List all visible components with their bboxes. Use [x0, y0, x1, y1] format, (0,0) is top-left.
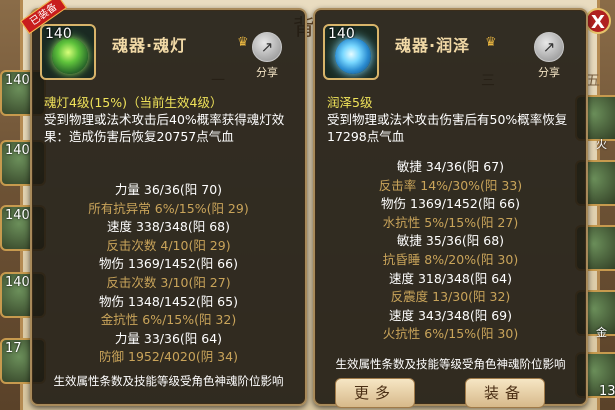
- footer-note: 生效属性条数及技能等级受角色神魂阶位影响: [53, 374, 284, 388]
- item-level: 140: [45, 26, 72, 42]
- close-button[interactable]: X: [585, 8, 611, 34]
- element-badge-fire: 火: [596, 138, 607, 151]
- effect-body: 受到物理或法术攻击后40%概率获得魂灯效果：造成伤害后恢复20757点气血: [44, 112, 285, 144]
- share-button[interactable]: ↗ 分享: [247, 32, 287, 79]
- attribute-row-active: 物伤 1369/1452(阳 66): [99, 256, 238, 272]
- item-icon-moisture: 140: [323, 24, 379, 80]
- attribute-row-inactive: 所有抗异常 6%/15%(阳 29): [88, 200, 249, 216]
- attribute-list: 敏捷 34/36(阳 67) 反击率 14%/30%(阳 33) 物伤 1369/1…: [315, 158, 586, 344]
- attribute-list: 力量 36/36(阳 70) 所有抗异常 6%/15%(阳 29) 速度 338/3…: [32, 181, 305, 367]
- attribute-row-inactive: 反震度 13/30(阳 32): [390, 289, 511, 305]
- attribute-row-active: 敏捷 35/36(阳 68): [396, 233, 505, 249]
- equip-button[interactable]: 装备: [465, 378, 545, 408]
- attribute-row-inactive: 抗昏睡 8%/20%(阳 30): [382, 251, 519, 267]
- attribute-row-active: 速度 338/348(阳 68): [106, 219, 231, 235]
- effect-head: 润泽5级: [327, 95, 373, 110]
- attribute-row-inactive: 防御 1952/4020(阴 34): [99, 349, 238, 365]
- item-title: 魂器·润泽: [395, 36, 471, 55]
- attribute-row-inactive: 金抗性 6%/15%(阳 32): [100, 312, 237, 328]
- attribute-row-active: 敏捷 34/36(阳 67): [396, 159, 505, 174]
- attribute-row-inactive: 反击率 14%/30%(阳 33): [378, 177, 523, 193]
- attribute-row-inactive: 水抗性 5%/15%(阳 27): [382, 214, 519, 230]
- item-icon-soul-lamp: 140: [40, 24, 96, 80]
- share-icon: ↗: [534, 32, 564, 62]
- attribute-row-active: 速度 343/348(阳 69): [388, 307, 513, 323]
- effect-body: 受到物理或法术攻击伤害后有50%概率恢复17298点气血: [327, 112, 568, 144]
- attribute-row-active: 速度 318/348(阳 64): [388, 270, 513, 286]
- effect-head: 魂灯4级(15%)（当前生效4级）: [44, 95, 223, 110]
- attribute-row-active: 力量 36/36(阳 70): [114, 182, 223, 197]
- attribute-row-inactive: 反击次数 4/10(阳 29): [106, 237, 231, 253]
- item-level: 140: [328, 26, 355, 42]
- compare-item-tooltip: 140 魂器·润泽 ♛ ↗ 分享 润泽5级 受到物理或法术攻击伤害后有50%概率…: [313, 8, 588, 408]
- share-button[interactable]: ↗ 分享: [529, 32, 569, 79]
- soul-lamp-icon: [52, 38, 88, 74]
- crown-icon: ♛: [485, 35, 497, 50]
- slot-count: 13: [599, 384, 615, 399]
- effect-description: 魂灯4级(15%)（当前生效4级） 受到物理或法术攻击后40%概率获得魂灯效果：…: [44, 94, 302, 145]
- share-icon: ↗: [252, 32, 282, 62]
- attribute-row-active: 力量 33/36(阳 64): [114, 330, 223, 346]
- more-button[interactable]: 更多: [335, 378, 415, 408]
- share-label: 分享: [256, 66, 278, 79]
- attribute-row-inactive: 反击次数 3/10(阳 27): [106, 274, 231, 290]
- element-badge-gold: 金: [596, 326, 607, 339]
- attribute-row-inactive: 火抗性 6%/15%(阳 30): [382, 326, 519, 342]
- equipped-item-tooltip: 140 已装备 魂器·魂灯 ♛ ↗ 分享 魂灯4级(15%)（当前生效4级） 受…: [20, 0, 307, 406]
- footer-note: 生效属性条数及技能等级受角色神魂阶位影响: [335, 357, 566, 371]
- effect-description: 润泽5级 受到物理或法术攻击伤害后有50%概率恢复17298点气血: [327, 94, 583, 145]
- attribute-row-active: 物伤 1369/1452(阳 66): [381, 196, 520, 212]
- attribute-row-active: 物伤 1348/1452(阳 65): [99, 293, 238, 309]
- share-label: 分享: [538, 66, 560, 79]
- moisture-orb-icon: [335, 38, 371, 74]
- item-title: 魂器·魂灯: [112, 36, 188, 55]
